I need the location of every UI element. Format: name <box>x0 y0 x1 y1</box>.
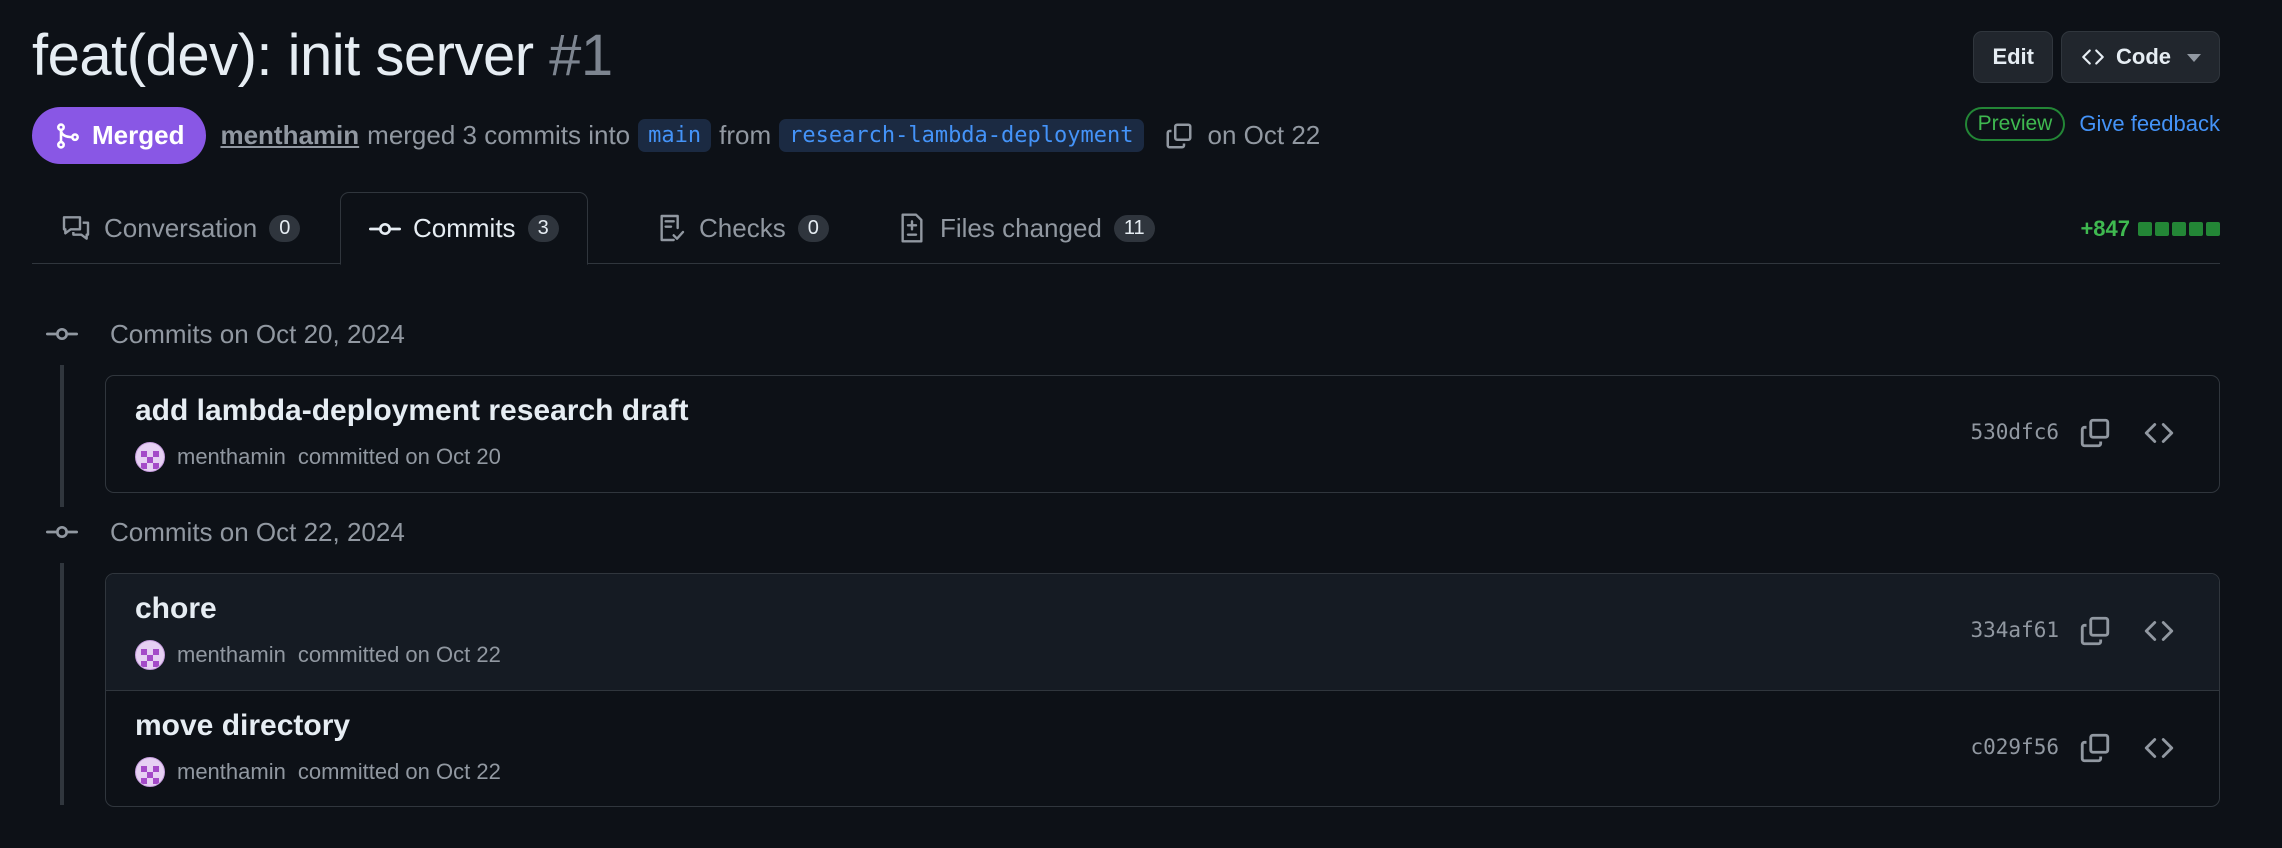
code-button[interactable]: Code <box>2061 31 2220 83</box>
commit-group-heading: Commits on Oct 22, 2024 <box>46 516 405 548</box>
commit-title-link[interactable]: move directory <box>135 709 350 743</box>
copy-icon <box>2080 418 2110 448</box>
diffstat-additions: +847 <box>2080 216 2130 241</box>
git-commit-icon <box>46 526 78 538</box>
commit-author-link[interactable]: menthamin <box>177 444 286 470</box>
commit-group-date: Commits on Oct 22, 2024 <box>110 516 405 547</box>
avatar[interactable] <box>135 640 165 670</box>
commit-meta: menthamin committed on Oct 22 <box>135 757 501 787</box>
commit-group-heading: Commits on Oct 20, 2024 <box>46 318 405 350</box>
timeline-line <box>60 365 64 507</box>
timeline-line <box>60 563 64 805</box>
from-text: from <box>719 120 772 150</box>
merge-summary-text: merged 3 commits into <box>367 120 631 150</box>
base-branch-link[interactable]: main <box>638 119 712 152</box>
browse-repo-button[interactable] <box>2142 614 2176 648</box>
copy-icon <box>2080 733 2110 763</box>
tab-checks-count: 0 <box>797 214 829 242</box>
edit-button[interactable]: Edit <box>1973 31 2053 83</box>
tab-files-changed[interactable]: Files changed 11 <box>868 192 1183 264</box>
pr-meta: Merged menthamin merged 3 commits into m… <box>32 107 1320 164</box>
pr-tabs: Conversation 0 Commits 3 Checks 0 Files … <box>32 192 2220 265</box>
commit-sha-link[interactable]: 530dfc6 <box>1970 420 2059 444</box>
commit-author-link[interactable]: menthamin <box>177 642 286 668</box>
commit-row[interactable]: chore menthamin committed on Oct 22 334a… <box>106 574 2219 690</box>
commit-date-text: committed on Oct 22 <box>297 759 501 784</box>
file-diff-icon <box>901 213 923 243</box>
copy-sha-button[interactable] <box>2078 614 2112 648</box>
copy-icon <box>1166 123 1191 148</box>
tab-conversation[interactable]: Conversation 0 <box>32 192 328 264</box>
browse-repo-button[interactable] <box>2142 731 2176 765</box>
git-commit-icon <box>46 328 78 340</box>
tab-commits-label: Commits <box>413 213 516 243</box>
tab-conversation-count: 0 <box>269 214 301 242</box>
commit-list: chore menthamin committed on Oct 22 334a… <box>105 573 2220 807</box>
commit-sha-link[interactable]: 334af61 <box>1970 618 2059 642</box>
copy-sha-button[interactable] <box>2078 416 2112 450</box>
tab-conversation-label: Conversation <box>104 212 258 243</box>
commit-date-text: committed on Oct 22 <box>297 642 501 667</box>
commit-title-link[interactable]: chore <box>135 592 217 626</box>
tab-checks-label: Checks <box>699 212 786 243</box>
commit-author-link[interactable]: menthamin <box>177 759 286 785</box>
tab-files-changed-count: 11 <box>1113 214 1155 242</box>
pr-author-link[interactable]: menthamin <box>220 120 359 151</box>
edit-button-label: Edit <box>1992 44 2034 69</box>
copy-branch-button[interactable] <box>1164 121 1194 151</box>
browse-repo-button[interactable] <box>2142 416 2176 450</box>
diffstat-bars <box>2138 222 2220 236</box>
commit-title-link[interactable]: add lambda-deployment research draft <box>135 394 688 428</box>
git-commit-icon <box>369 222 401 235</box>
diffstat: +847 <box>2080 216 2220 242</box>
merge-date-text: on Oct 22 <box>1207 120 1321 150</box>
pr-title-text: feat(dev): init server <box>32 23 534 88</box>
checklist-icon <box>660 214 685 242</box>
code-icon <box>2082 49 2104 65</box>
code-icon <box>2144 423 2174 443</box>
preview-badge: Preview <box>1964 107 2066 141</box>
tab-files-changed-label: Files changed <box>940 212 1102 243</box>
code-icon <box>2144 621 2174 641</box>
head-branch-link[interactable]: research-lambda-deployment <box>779 119 1144 152</box>
commit-meta: menthamin committed on Oct 22 <box>135 640 501 670</box>
commit-group-date: Commits on Oct 20, 2024 <box>110 318 405 349</box>
copy-sha-button[interactable] <box>2078 731 2112 765</box>
tab-commits[interactable]: Commits 3 <box>340 192 588 265</box>
comment-discussion-icon <box>62 216 90 240</box>
pr-title: feat(dev): init server #1 <box>32 22 613 90</box>
avatar[interactable] <box>135 442 165 472</box>
preview-row: Preview Give feedback <box>1964 107 2220 141</box>
commit-date-text: committed on Oct 20 <box>297 444 501 469</box>
commit-sha-link[interactable]: c029f56 <box>1970 735 2059 759</box>
avatar[interactable] <box>135 757 165 787</box>
code-icon <box>2144 738 2174 758</box>
commit-row[interactable]: move directory menthamin committed on Oc… <box>106 690 2219 806</box>
copy-icon <box>2080 616 2110 646</box>
code-button-label: Code <box>2116 44 2171 69</box>
pr-number: #1 <box>549 23 613 88</box>
merged-state-badge: Merged <box>32 107 207 164</box>
commit-list: add lambda-deployment research draft men… <box>105 375 2220 493</box>
tab-checks[interactable]: Checks 0 <box>627 192 857 264</box>
commit-row[interactable]: add lambda-deployment research draft men… <box>106 376 2219 492</box>
tab-commits-count: 3 <box>527 215 559 242</box>
header-actions: Edit Code <box>1973 31 2220 83</box>
commit-meta: menthamin committed on Oct 20 <box>135 442 501 472</box>
merged-state-label: Merged <box>92 120 185 150</box>
git-merge-icon <box>57 122 79 149</box>
caret-down-icon <box>2187 54 2201 62</box>
give-feedback-link[interactable]: Give feedback <box>2079 111 2220 137</box>
